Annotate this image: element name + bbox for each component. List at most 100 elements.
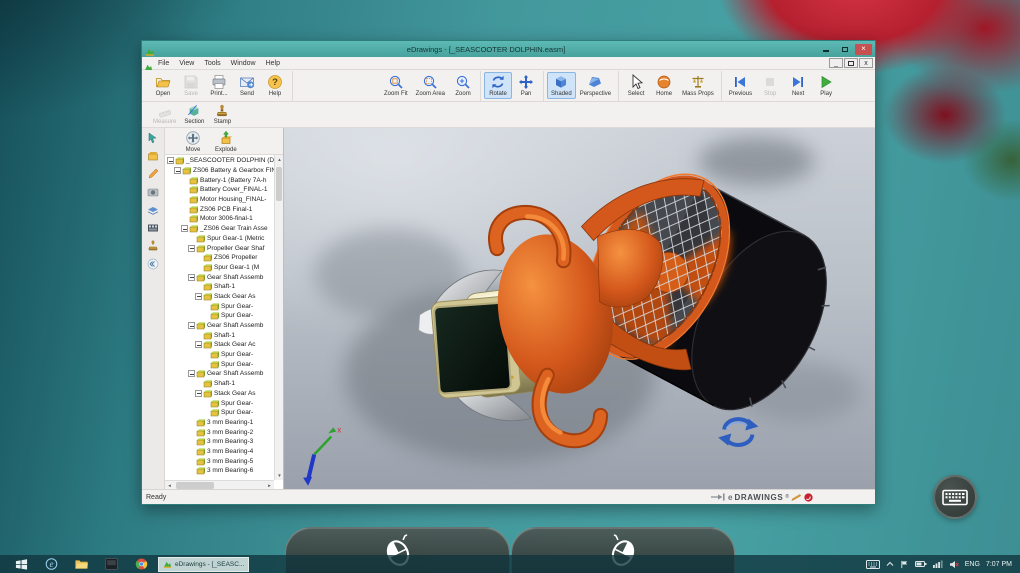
stamp-button[interactable]: Stamp (208, 102, 236, 127)
tray-flag-button[interactable] (900, 560, 909, 569)
taskbar-chrome-button[interactable] (130, 556, 152, 572)
tree-item[interactable]: Gear Shaft Assemb (165, 369, 274, 379)
panel-tab-animation[interactable] (145, 220, 162, 235)
tree-expander[interactable] (195, 341, 202, 348)
tree-item[interactable]: Propeller Gear Shaf (165, 243, 274, 253)
tree-expander[interactable] (188, 274, 195, 281)
tree-expander[interactable] (174, 167, 181, 174)
tree-item[interactable]: 3 mm Bearing-6 (165, 466, 274, 476)
shaded-button[interactable]: Shaded (547, 72, 576, 99)
tray-network-button[interactable] (933, 560, 943, 568)
panel-tab-stamp-small[interactable] (145, 238, 162, 253)
tree-item[interactable]: Spur Gear-1 (Metric (165, 234, 274, 244)
tray-keyboard-button[interactable] (866, 560, 880, 569)
select-button[interactable]: Select (622, 72, 650, 99)
tray-clock[interactable]: 7:07 PM (986, 561, 1012, 568)
tree-item[interactable]: Spur Gear- (165, 301, 274, 311)
tree-item[interactable]: 3 mm Bearing-2 (165, 427, 274, 437)
help-button[interactable]: ?Help (261, 72, 289, 99)
tree-item[interactable]: _SEASCOOTER DOLPHIN (Dc (165, 156, 274, 166)
menu-file[interactable]: File (153, 60, 174, 67)
tree-item[interactable]: Gear Shaft Assemb (165, 272, 274, 282)
move-button[interactable]: Move (179, 128, 207, 155)
scroll-left-arrow[interactable]: ◄ (165, 481, 174, 490)
tree-item[interactable]: Motor 3006-final-1 (165, 214, 274, 224)
taskbar-explorer-button[interactable] (70, 556, 92, 572)
horizontal-scroll-thumb[interactable] (176, 482, 214, 489)
tree-item[interactable]: Spur Gear- (165, 359, 274, 369)
tree-expander[interactable] (188, 322, 195, 329)
tree-item[interactable]: 3 mm Bearing-3 (165, 437, 274, 447)
tree-expander[interactable] (195, 293, 202, 300)
home-button[interactable]: Home (650, 72, 678, 99)
explode-button[interactable]: Explode (211, 128, 241, 155)
tree-expander[interactable] (188, 370, 195, 377)
open-button[interactable]: Open (149, 72, 177, 99)
tray-language-button[interactable]: ENG (965, 561, 980, 568)
previous-button[interactable]: Previous (725, 72, 756, 99)
menu-help[interactable]: Help (261, 60, 285, 67)
mdi-restore-button[interactable] (844, 58, 858, 68)
restore-button[interactable] (836, 44, 853, 55)
zoom-fit-button[interactable]: Zoom Fit (380, 72, 412, 99)
taskbar-start-button[interactable] (10, 556, 32, 572)
tree-item[interactable]: Shaft-1 (165, 330, 274, 340)
tree-expander[interactable] (167, 157, 174, 164)
titlebar[interactable]: eDrawings - [_SEASCOOTER DOLPHIN.easm] × (142, 41, 875, 57)
tree-item[interactable]: Spur Gear- (165, 398, 274, 408)
tree-item[interactable]: ZS06 Battery & Gearbox FIN (165, 166, 274, 176)
menu-view[interactable]: View (174, 60, 199, 67)
tree-item[interactable]: Battery Cover_FINAL-1 (165, 185, 274, 195)
close-button[interactable]: × (855, 44, 872, 55)
minimize-button[interactable] (817, 44, 834, 55)
panel-tab-markup[interactable] (145, 166, 162, 181)
tree-item[interactable]: Spur Gear- (165, 408, 274, 418)
tray-chevron-up-button[interactable] (886, 561, 894, 567)
tree-item[interactable]: ZS06 Propeller (165, 253, 274, 263)
send-button[interactable]: Send (233, 72, 261, 99)
tree-item[interactable]: Shaft-1 (165, 379, 274, 389)
tree-item[interactable]: Battery-1 (Battery 7A-h (165, 175, 274, 185)
panel-tab-layers[interactable] (145, 202, 162, 217)
touch-keyboard-button[interactable] (933, 475, 977, 519)
panel-tab-pointer[interactable] (145, 130, 162, 145)
tray-battery-button[interactable] (915, 560, 927, 568)
menu-tools[interactable]: Tools (199, 60, 225, 67)
print-button[interactable]: Print... (205, 72, 233, 99)
tray-volume-button[interactable] (949, 560, 959, 569)
tree-expander[interactable] (195, 390, 202, 397)
tree-expander[interactable] (181, 225, 188, 232)
3d-viewport[interactable]: x (284, 128, 875, 489)
tree-item[interactable]: Stack Gear As (165, 292, 274, 302)
scroll-up-arrow[interactable]: ▲ (275, 155, 283, 164)
rotate-button[interactable]: Rotate (484, 72, 512, 99)
tree-item[interactable]: Gear Shaft Assemb (165, 321, 274, 331)
next-button[interactable]: Next (784, 72, 812, 99)
save-button[interactable]: Save (177, 72, 205, 99)
tree-item[interactable]: ZS06 PCB Final-1 (165, 204, 274, 214)
zoom-button[interactable]: Zoom (449, 72, 477, 99)
panel-tab-collapse[interactable] (145, 256, 162, 271)
stop-button[interactable]: Stop (756, 72, 784, 99)
play-button[interactable]: Play (812, 72, 840, 99)
panel-tab-components[interactable] (145, 148, 162, 163)
tree-item[interactable]: Shaft-1 (165, 282, 274, 292)
tree-item[interactable]: _ZS06 Gear Train Asse (165, 224, 274, 234)
tree-item[interactable]: 3 mm Bearing-1 (165, 418, 274, 428)
menu-window[interactable]: Window (226, 60, 261, 67)
panel-tab-photo[interactable] (145, 184, 162, 199)
tree-item[interactable]: Spur Gear-1 (M (165, 263, 274, 273)
taskbar-ie-button[interactable]: e (40, 556, 62, 572)
scroll-right-arrow[interactable]: ► (265, 481, 274, 490)
mdi-minimize-button[interactable]: _ (829, 58, 843, 68)
measure-button[interactable]: Measure (149, 102, 180, 127)
taskbar-player-button[interactable] (100, 556, 122, 572)
perspective-button[interactable]: Perspective (576, 72, 615, 99)
tree-expander[interactable] (188, 245, 195, 252)
tree-item[interactable]: Stack Gear As (165, 389, 274, 399)
tree-vertical-scrollbar[interactable]: ▲ ▼ (274, 155, 283, 480)
tree-item[interactable]: Spur Gear- (165, 350, 274, 360)
tree-item[interactable]: Spur Gear- (165, 311, 274, 321)
mdi-close-button[interactable]: x (859, 58, 873, 68)
tree-item[interactable]: Motor Housing_FINAL- (165, 195, 274, 205)
